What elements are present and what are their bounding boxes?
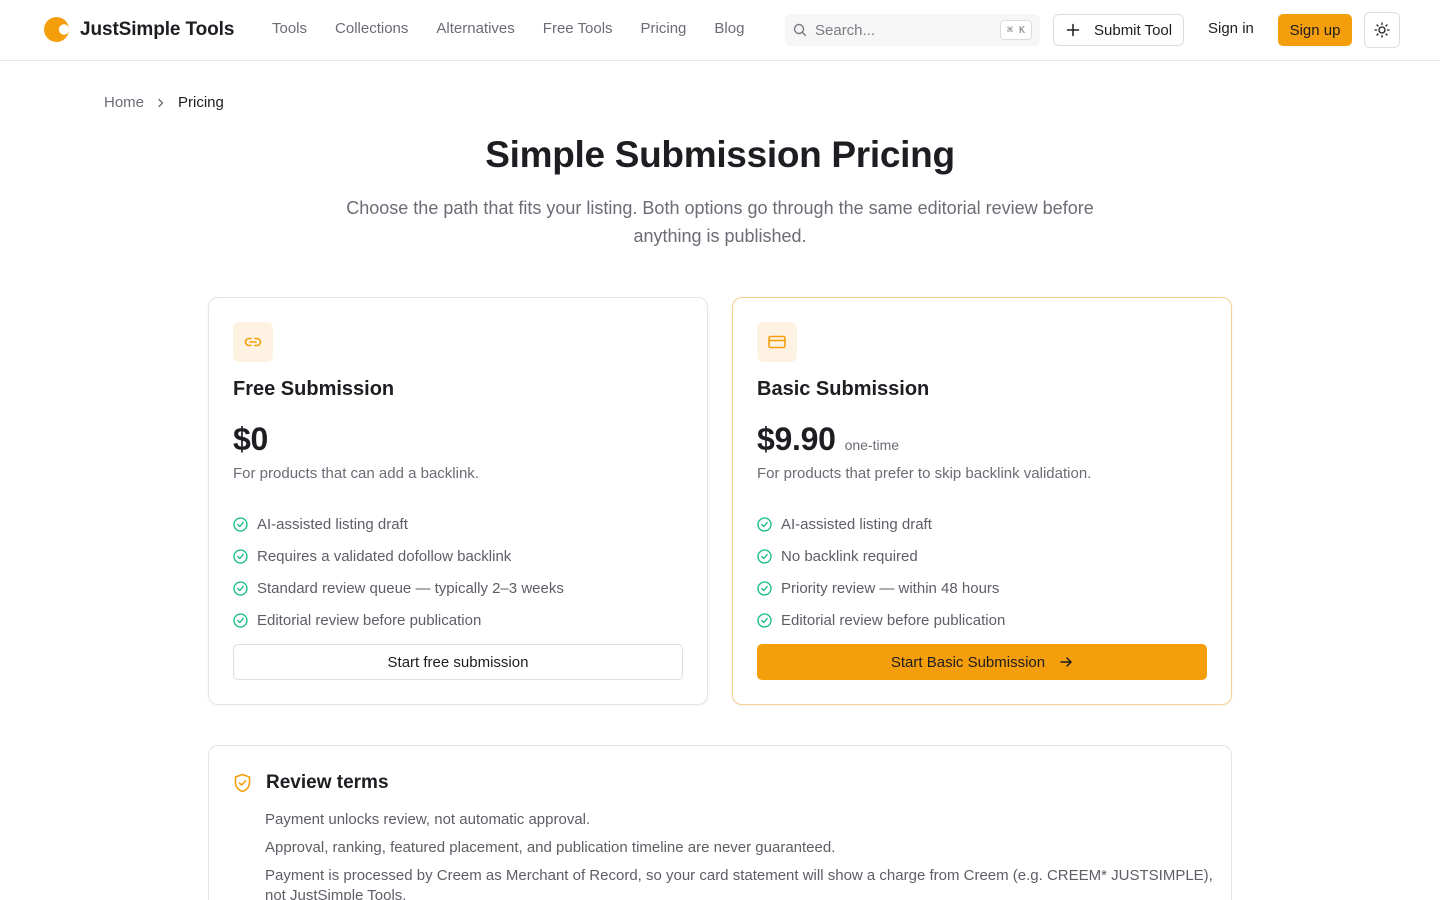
- search-icon: [793, 23, 807, 37]
- breadcrumb: Home Pricing: [104, 94, 224, 111]
- shield-check-icon: [234, 773, 251, 793]
- nav-item-pricing[interactable]: Pricing: [641, 20, 687, 37]
- plan-title: Free Submission: [233, 378, 395, 400]
- terms-item: Approval, ranking, featured placement, a…: [265, 839, 836, 856]
- logo[interactable]: JustSimple Tools: [44, 17, 234, 42]
- nav-item-free-tools[interactable]: Free Tools: [543, 20, 613, 37]
- review-terms-header: Review terms: [233, 772, 389, 794]
- breadcrumb-home[interactable]: Home: [104, 94, 144, 111]
- feature-item: Requires a validated dofollow backlink: [233, 540, 564, 572]
- feature-item: AI-assisted listing draft: [233, 508, 564, 540]
- sign-up-button[interactable]: Sign up: [1278, 14, 1352, 46]
- feature-item: AI-assisted listing draft: [757, 508, 1005, 540]
- feature-text: Editorial review before publication: [257, 611, 482, 629]
- start-free-submission-button[interactable]: Start free submission: [233, 644, 683, 680]
- arrow-right-icon: [1060, 657, 1072, 667]
- sun-icon: [1374, 22, 1390, 38]
- check-circle-icon: [233, 516, 248, 532]
- feature-text: Requires a validated dofollow backlink: [257, 547, 512, 565]
- button-label: Start Basic Submission: [890, 653, 1046, 671]
- feature-text: AI-assisted listing draft: [781, 515, 932, 533]
- button-label: Start free submission: [387, 653, 529, 671]
- nav-item-blog[interactable]: Blog: [714, 20, 744, 37]
- main-nav: Tools Collections Alternatives Free Tool…: [272, 20, 744, 37]
- chevron-right-icon: [158, 98, 164, 107]
- check-circle-icon: [757, 580, 772, 596]
- plan-description: For products that prefer to skip backlin…: [757, 465, 1092, 482]
- sign-in-link[interactable]: Sign in: [1208, 20, 1254, 37]
- feature-item: Priority review — within 48 hours: [757, 572, 1005, 604]
- breadcrumb-current: Pricing: [178, 94, 224, 111]
- plan-title: Basic Submission: [757, 378, 930, 400]
- plan-description: For products that can add a backlink.: [233, 465, 479, 482]
- plan-features: AI-assisted listing draft No backlink re…: [757, 508, 1005, 636]
- feature-text: AI-assisted listing draft: [257, 515, 408, 533]
- plus-icon: [1066, 23, 1080, 37]
- check-circle-icon: [757, 516, 772, 532]
- search-shortcut-badge: ⌘ K: [999, 20, 1032, 40]
- plan-features: AI-assisted listing draft Requires a val…: [233, 508, 564, 636]
- review-terms-list: Payment unlocks review, not automatic ap…: [265, 810, 1215, 900]
- plan-price-row: $9.90 one-time: [757, 421, 899, 458]
- search-placeholder: Search...: [815, 21, 876, 39]
- review-terms-title: Review terms: [266, 772, 389, 793]
- nav-item-alternatives[interactable]: Alternatives: [436, 20, 514, 37]
- brand-name: JustSimple Tools: [80, 18, 235, 40]
- feature-item: Editorial review before publication: [757, 604, 1005, 636]
- feature-item: Standard review queue — typically 2–3 we…: [233, 572, 564, 604]
- credit-card-icon: [768, 335, 786, 349]
- plan-price-note: one-time: [844, 437, 900, 453]
- plan-price-row: $0: [233, 421, 268, 458]
- feature-item: Editorial review before publication: [233, 604, 564, 636]
- theme-toggle-button[interactable]: [1364, 12, 1400, 48]
- plan-card-free: Free Submission $0 For products that can…: [208, 297, 708, 705]
- plan-icon-box: [757, 322, 797, 362]
- feature-text: Priority review — within 48 hours: [781, 579, 1000, 597]
- submit-tool-button[interactable]: Submit Tool: [1053, 14, 1184, 46]
- logo-mark-icon: [44, 17, 69, 42]
- terms-item: Payment is processed by Creem as Merchan…: [265, 867, 1213, 900]
- plan-card-basic: Basic Submission $9.90 one-time For prod…: [732, 297, 1232, 705]
- plan-price: $9.90: [757, 421, 836, 457]
- plan-icon-box: [233, 322, 273, 362]
- submit-tool-label: Submit Tool: [1094, 21, 1173, 39]
- check-circle-icon: [233, 548, 248, 564]
- review-terms-panel: Review terms Payment unlocks review, not…: [208, 745, 1232, 900]
- feature-item: No backlink required: [757, 540, 1005, 572]
- nav-item-collections[interactable]: Collections: [335, 20, 408, 37]
- feature-text: No backlink required: [781, 547, 918, 565]
- check-circle-icon: [233, 612, 248, 628]
- check-circle-icon: [757, 612, 772, 628]
- page-subtitle: Choose the path that fits your listing. …: [346, 198, 1094, 246]
- check-circle-icon: [233, 580, 248, 596]
- nav-item-tools[interactable]: Tools: [272, 20, 307, 37]
- start-basic-submission-button[interactable]: Start Basic Submission: [757, 644, 1207, 680]
- check-circle-icon: [757, 548, 772, 564]
- page-title: Simple Submission Pricing: [485, 134, 955, 175]
- feature-text: Standard review queue — typically 2–3 we…: [257, 579, 564, 597]
- link-icon: [244, 337, 262, 347]
- terms-item: Payment unlocks review, not automatic ap…: [265, 811, 591, 828]
- feature-text: Editorial review before publication: [781, 611, 1006, 629]
- top-header: JustSimple Tools Tools Collections Alter…: [0, 0, 1440, 61]
- plan-price: $0: [233, 421, 268, 457]
- search-input[interactable]: Search... ⌘ K: [785, 14, 1040, 46]
